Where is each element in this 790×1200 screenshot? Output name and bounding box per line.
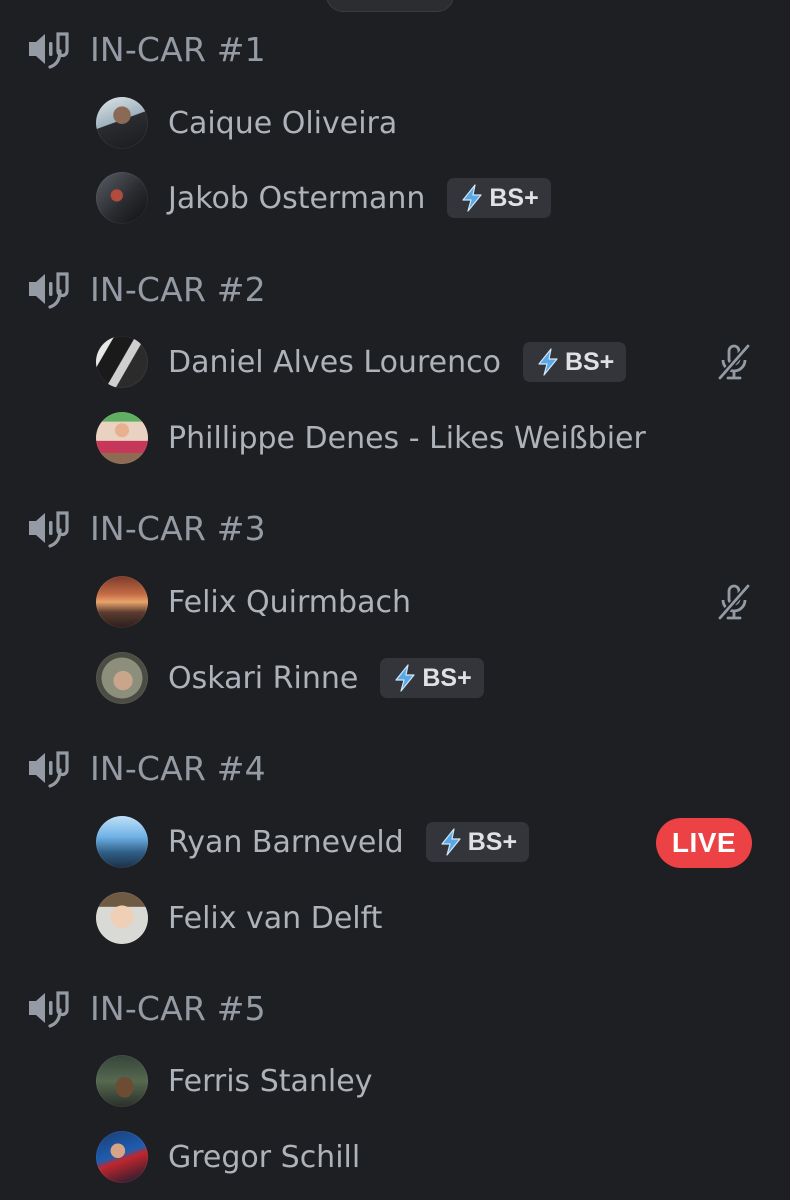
badge-label: BS+ [467,827,518,856]
avatar[interactable] [96,172,148,224]
avatar[interactable] [96,576,148,628]
voice-user-row[interactable]: Caique Oliveira [96,95,756,151]
channel-name: IN-CAR #1 [90,29,266,69]
bs-plus-badge[interactable]: BS+ [380,658,484,698]
voice-user-row[interactable]: Jakob Ostermann BS+ [96,170,756,226]
avatar[interactable] [96,1131,148,1183]
voice-user-row[interactable]: Phillippe Denes - Likes Weißbier [96,410,756,466]
badge-label: BS+ [489,183,539,212]
speaker-icon [29,751,69,788]
username: Felix Quirmbach [168,584,411,620]
bs-plus-badge[interactable]: BS+ [447,178,551,218]
avatar[interactable] [96,816,148,868]
badge-label: BS+ [564,347,615,376]
channel-name: IN-CAR #2 [90,269,266,309]
username: Felix van Delft [168,900,383,936]
bs-plus-badge[interactable]: BS+ [425,822,530,862]
voice-user-row[interactable]: Oskari Rinne BS+ [96,650,756,706]
lightning-bolt-icon [441,828,461,856]
voice-user-row[interactable]: Felix van Delft [96,890,756,946]
voice-user-row[interactable]: Gregor Schill [96,1129,756,1185]
channel-name: IN-CAR #3 [90,508,266,548]
username: Caique Oliveira [168,105,398,141]
voice-channel-in-car-5[interactable]: IN-CAR #5 [26,983,266,1033]
speaker-icon [29,991,69,1028]
username: Oskari Rinne [168,660,359,696]
muted-mic-icon [717,344,751,380]
lightning-bolt-icon [395,664,415,692]
channel-name: IN-CAR #4 [90,748,266,788]
avatar[interactable] [96,652,148,704]
voice-channel-in-car-4[interactable]: IN-CAR #4 [26,743,266,793]
username: Ferris Stanley [168,1063,373,1099]
voice-user-row[interactable]: Ryan Barneveld BS+ LIVE [96,814,756,870]
username: Phillippe Denes - Likes Weißbier [168,420,646,456]
muted-mic-icon [717,584,751,620]
lightning-bolt-icon [538,348,558,376]
username: Gregor Schill [168,1139,361,1175]
avatar[interactable] [96,97,148,149]
speaker-icon [29,272,69,309]
drag-handle[interactable] [326,0,454,12]
voice-user-row[interactable]: Daniel Alves Lourenco BS+ [96,334,756,390]
channel-name: IN-CAR #5 [90,988,266,1028]
voice-channel-in-car-3[interactable]: IN-CAR #3 [26,503,266,553]
voice-channel-in-car-2[interactable]: IN-CAR #2 [26,264,266,314]
avatar[interactable] [96,336,148,388]
avatar[interactable] [96,892,148,944]
voice-user-row[interactable]: Ferris Stanley [96,1053,756,1109]
speaker-icon [29,511,69,548]
bs-plus-badge[interactable]: BS+ [522,342,627,382]
badge-label: BS+ [422,663,472,692]
avatar[interactable] [96,1055,148,1107]
username: Ryan Barneveld [168,824,404,860]
voice-user-row[interactable]: Felix Quirmbach [96,574,756,630]
username: Jakob Ostermann [168,180,426,216]
live-badge[interactable]: LIVE [656,818,752,868]
lightning-bolt-icon [462,184,482,212]
avatar[interactable] [96,412,148,464]
voice-channel-in-car-1[interactable]: IN-CAR #1 [26,24,266,74]
speaker-icon [29,32,69,69]
username: Daniel Alves Lourenco [168,344,501,380]
